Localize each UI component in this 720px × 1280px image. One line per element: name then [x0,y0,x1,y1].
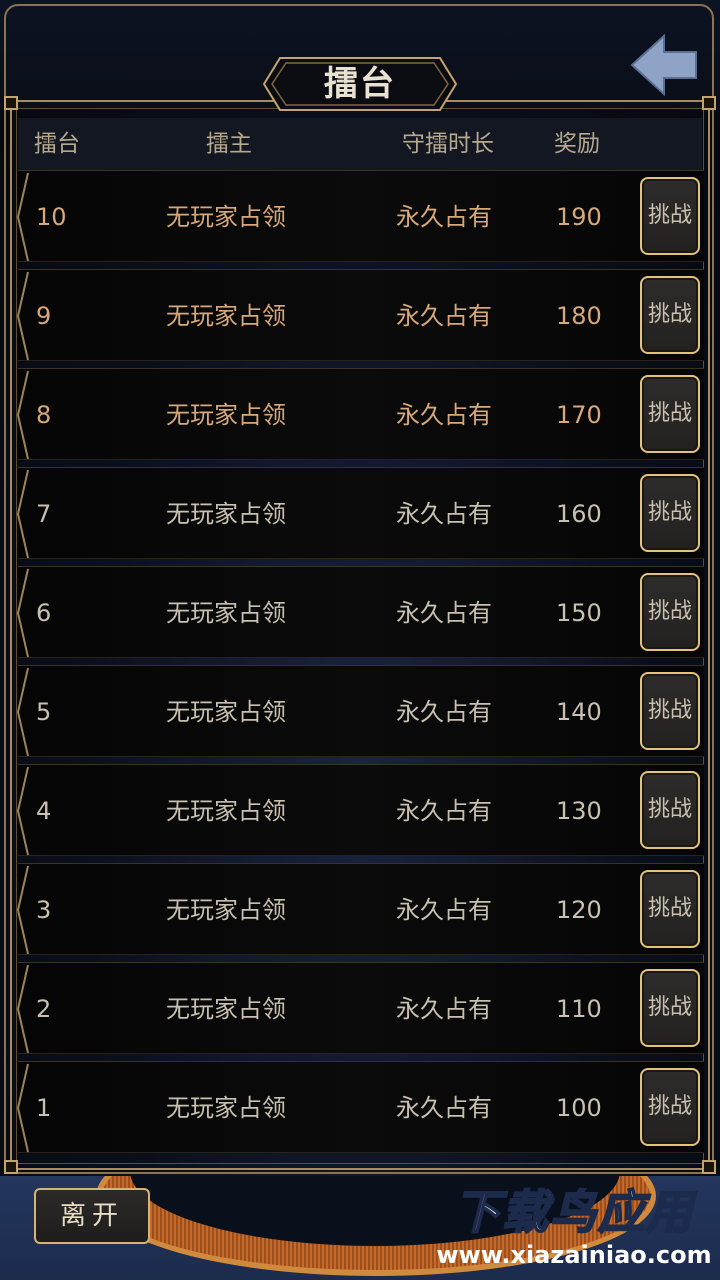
row-owner: 无玩家占领 [166,797,286,825]
row-duration: 永久占有 [396,698,492,726]
watermark-url: www.xiazainiao.com [436,1241,712,1269]
row-reward: 110 [556,995,602,1023]
row-rank: 8 [36,401,52,429]
row-owner: 无玩家占领 [166,995,286,1023]
row-owner: 无玩家占领 [166,302,286,330]
row-rank: 5 [36,698,52,726]
row-rank: 10 [36,203,67,231]
table-row: 3 无玩家占领 永久占有 120 挑战 [16,863,704,955]
row-reward: 170 [556,401,602,429]
row-owner: 无玩家占领 [166,500,286,528]
row-reward: 190 [556,203,602,231]
page-title: 擂台 [324,64,396,104]
challenge-button[interactable]: 挑战 [640,573,700,651]
row-reward: 150 [556,599,602,627]
watermark-logo: 下载鸟应用 [453,1184,694,1240]
row-duration: 永久占有 [396,203,492,231]
row-rank: 3 [36,896,52,924]
row-reward: 140 [556,698,602,726]
row-rank: 6 [36,599,52,627]
arena-screen: 擂台 擂台 擂主 守擂时长 奖励 10 无玩家占领 永久占有 190 挑战 9 … [0,0,720,1280]
challenge-button[interactable]: 挑战 [640,474,700,552]
row-owner: 无玩家占领 [166,599,286,627]
challenge-button[interactable]: 挑战 [640,375,700,453]
row-notch-ornament [16,370,29,460]
row-owner: 无玩家占领 [166,1094,286,1122]
row-reward: 120 [556,896,602,924]
table-row: 1 无玩家占领 永久占有 100 挑战 [16,1061,704,1153]
arena-list: 10 无玩家占领 永久占有 190 挑战 9 无玩家占领 永久占有 180 挑战… [16,170,704,1160]
row-duration: 永久占有 [396,302,492,330]
row-notch-ornament [16,1063,29,1153]
row-rank: 4 [36,797,52,825]
row-rank: 9 [36,302,52,330]
row-duration: 永久占有 [396,1094,492,1122]
frame-corner-ornament [4,1160,18,1174]
title-plaque: 擂台 [262,56,458,112]
table-header: 擂台 擂主 守擂时长 奖励 [18,118,702,170]
row-reward: 160 [556,500,602,528]
row-rank: 2 [36,995,52,1023]
header-duration: 守擂时长 [402,131,494,157]
row-notch-ornament [16,568,29,658]
leave-button[interactable]: 离开 [34,1188,150,1244]
table-row: 2 无玩家占领 永久占有 110 挑战 [16,962,704,1054]
row-notch-ornament [16,766,29,856]
frame-corner-ornament [702,96,716,110]
table-row: 6 无玩家占领 永久占有 150 挑战 [16,566,704,658]
header-owner: 擂主 [206,131,252,157]
row-notch-ornament [16,667,29,757]
row-reward: 130 [556,797,602,825]
back-button[interactable] [628,32,700,98]
frame-corner-ornament [702,1160,716,1174]
watermark: 下载鸟应用 www.xiazainiao.com [432,1184,716,1276]
row-notch-ornament [16,271,29,361]
row-duration: 永久占有 [396,896,492,924]
row-owner: 无玩家占领 [166,203,286,231]
back-arrow-icon [630,33,697,97]
challenge-button[interactable]: 挑战 [640,672,700,750]
challenge-button[interactable]: 挑战 [640,969,700,1047]
table-row: 9 无玩家占领 永久占有 180 挑战 [16,269,704,361]
row-notch-ornament [16,469,29,559]
row-owner: 无玩家占领 [166,401,286,429]
header-reward: 奖励 [554,131,600,157]
table-row: 10 无玩家占领 永久占有 190 挑战 [16,170,704,262]
row-notch-ornament [16,172,29,262]
row-notch-ornament [16,865,29,955]
challenge-button[interactable]: 挑战 [640,1068,700,1146]
table-row: 5 无玩家占领 永久占有 140 挑战 [16,665,704,757]
row-reward: 180 [556,302,602,330]
row-notch-ornament [16,964,29,1054]
row-owner: 无玩家占领 [166,698,286,726]
table-row: 8 无玩家占领 永久占有 170 挑战 [16,368,704,460]
bottom-bar: 离开 下载鸟应用 www.xiazainiao.com [0,1176,720,1280]
challenge-button[interactable]: 挑战 [640,177,700,255]
row-reward: 100 [556,1094,602,1122]
row-owner: 无玩家占领 [166,896,286,924]
challenge-button[interactable]: 挑战 [640,870,700,948]
challenge-button[interactable]: 挑战 [640,276,700,354]
row-rank: 1 [36,1094,52,1122]
row-duration: 永久占有 [396,599,492,627]
row-rank: 7 [36,500,52,528]
frame-corner-ornament [4,96,18,110]
row-duration: 永久占有 [396,401,492,429]
table-row: 4 无玩家占领 永久占有 130 挑战 [16,764,704,856]
row-duration: 永久占有 [396,797,492,825]
header-rank: 擂台 [34,131,80,157]
challenge-button[interactable]: 挑战 [640,771,700,849]
table-row: 7 无玩家占领 永久占有 160 挑战 [16,467,704,559]
row-duration: 永久占有 [396,995,492,1023]
row-duration: 永久占有 [396,500,492,528]
